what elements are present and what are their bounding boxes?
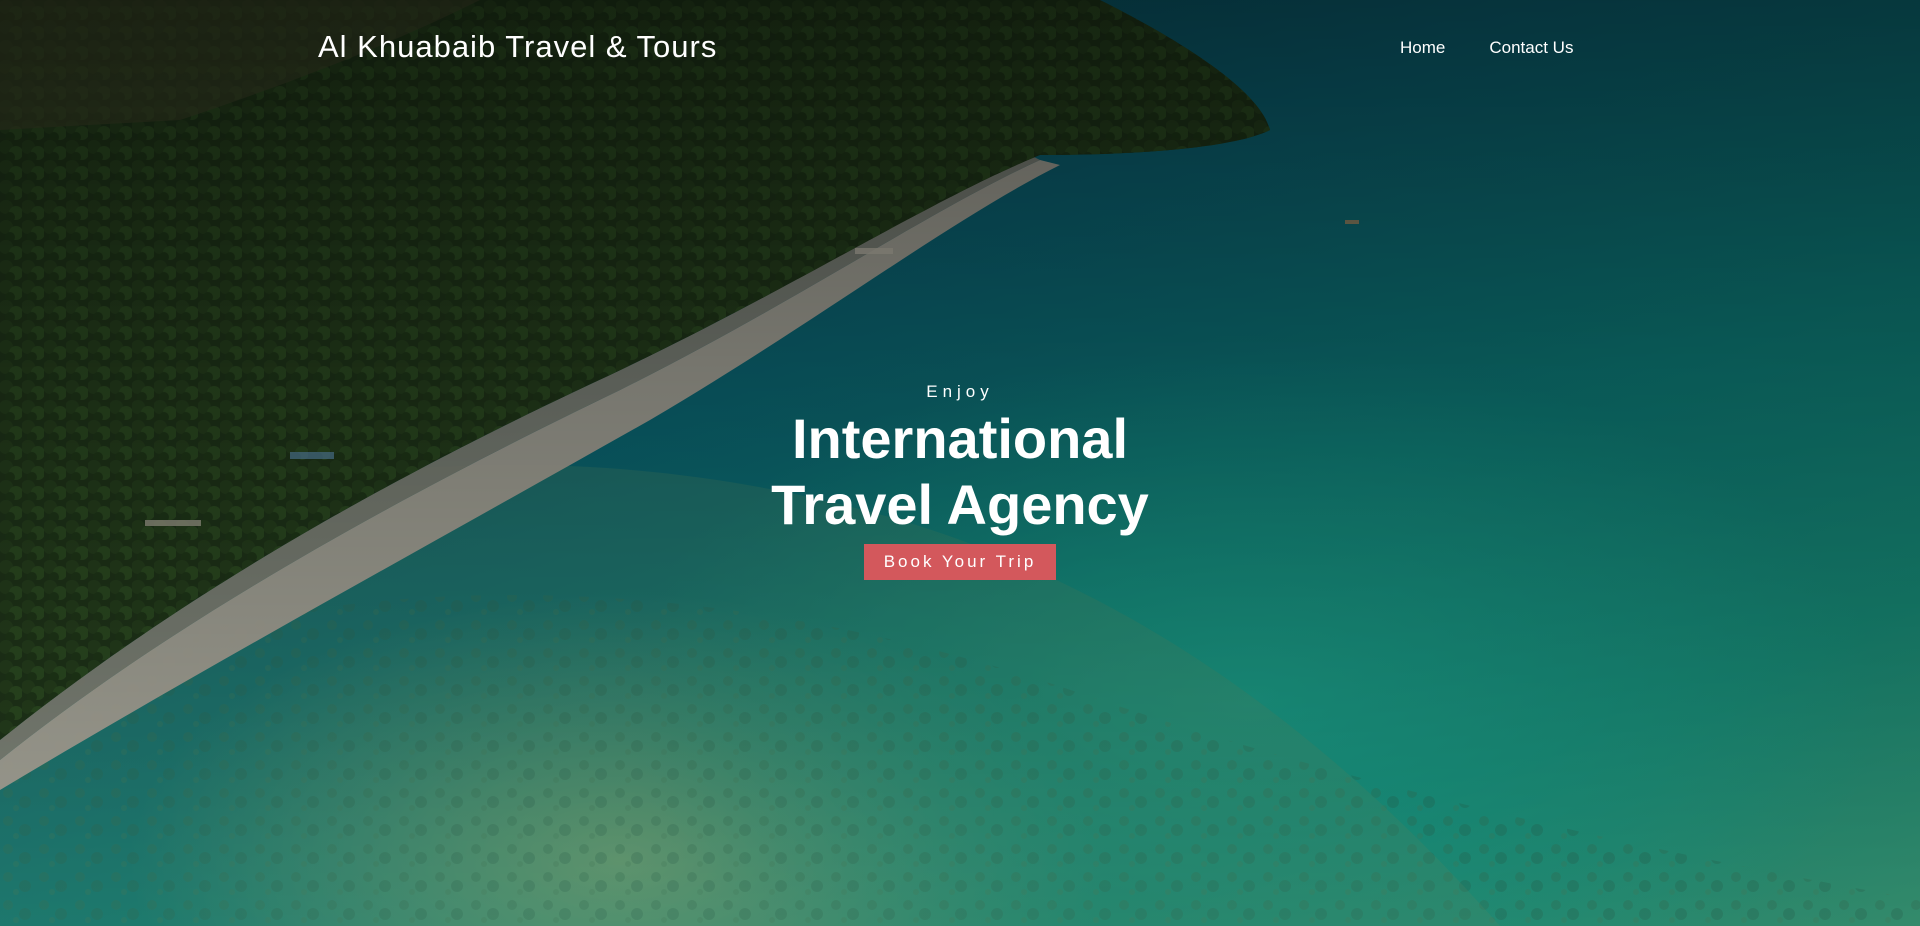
nav-links: Home Contact Us (1400, 38, 1573, 58)
brand-logo-text[interactable]: Al Khuabaib Travel & Tours (318, 29, 717, 65)
book-your-trip-button[interactable]: Book Your Trip (863, 544, 1057, 580)
hero-section: Al Khuabaib Travel & Tours Home Contact … (0, 0, 1920, 926)
hero-headline: International Travel Agency (771, 407, 1149, 536)
hero-kicker: Enjoy (926, 382, 994, 401)
hero-content: Enjoy International Travel Agency Book Y… (560, 380, 1360, 580)
nav-item-home[interactable]: Home (1400, 38, 1445, 58)
navbar: Al Khuabaib Travel & Tours Home Contact … (0, 0, 1920, 96)
nav-item-contact-us[interactable]: Contact Us (1489, 38, 1573, 58)
